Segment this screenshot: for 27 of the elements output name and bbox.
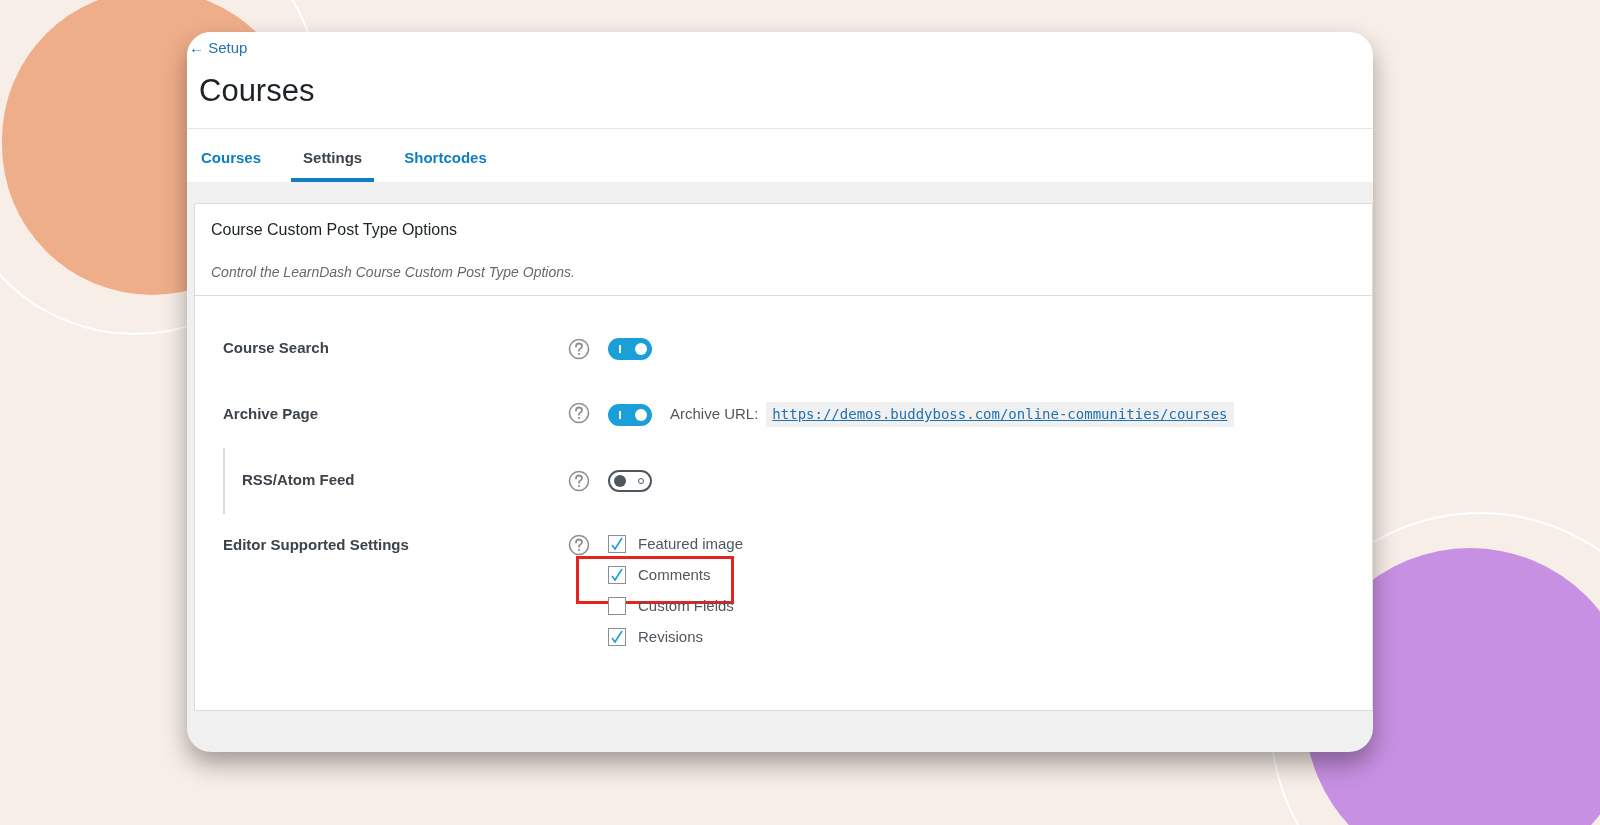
checkbox[interactable]: [608, 566, 626, 584]
setting-label: RSS/Atom Feed: [242, 470, 355, 491]
section-description: Control the LearnDash Course Custom Post Type Options.: [211, 262, 576, 282]
help-icon[interactable]: [568, 337, 590, 360]
setting-label: Editor Supported Settings: [223, 534, 409, 555]
back-link[interactable]: ← Setup: [187, 37, 248, 60]
setting-label: Course Search: [223, 338, 329, 359]
tab[interactable]: Shortcodes: [402, 147, 489, 182]
checkbox-label[interactable]: Revisions: [638, 625, 704, 649]
checkbox-label[interactable]: Comments: [638, 563, 711, 587]
checkbox[interactable]: [608, 597, 626, 615]
checkbox[interactable]: [608, 535, 626, 553]
tab[interactable]: Settings: [291, 147, 375, 182]
toggle-switch[interactable]: [608, 469, 652, 492]
section-title: Course Custom Post Type Options: [211, 219, 459, 240]
setting-label: Archive Page: [223, 404, 319, 425]
checkbox[interactable]: [608, 628, 626, 646]
help-icon[interactable]: [568, 469, 590, 492]
toggle-switch[interactable]: [608, 337, 652, 360]
tab[interactable]: Courses: [199, 147, 264, 182]
help-icon[interactable]: [568, 402, 590, 424]
archive-url-link[interactable]: https://demos.buddyboss.com/online-communities/courses: [766, 402, 1234, 427]
url-label: Archive URL:: [670, 404, 759, 425]
help-icon[interactable]: [568, 533, 590, 556]
toggle-switch[interactable]: [608, 403, 652, 426]
checkbox-label[interactable]: Featured image: [638, 532, 744, 556]
page-title: Courses: [198, 71, 315, 110]
